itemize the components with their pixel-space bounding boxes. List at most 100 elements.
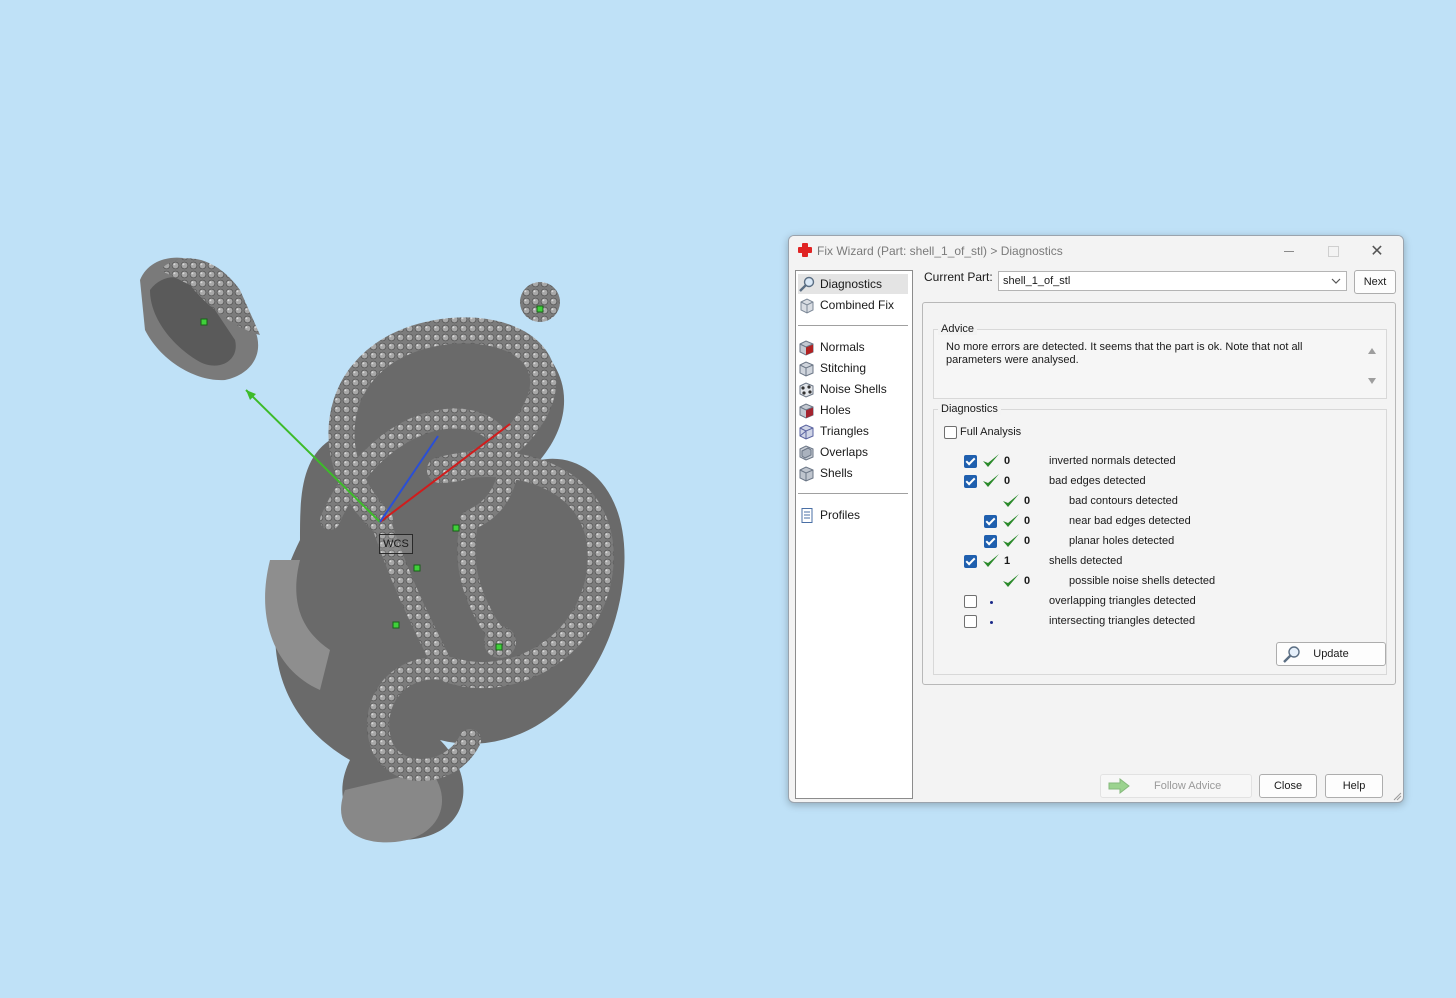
follow-advice-button[interactable]: Follow Advice: [1100, 774, 1252, 798]
scroll-down-icon[interactable]: [1368, 378, 1376, 384]
green-check-icon: [983, 554, 999, 567]
overlapping-triangles-label: overlapping triangles detected: [1049, 595, 1196, 607]
nav-item-label: Combined Fix: [820, 298, 895, 312]
diagnostics-group: Full Analysis 0 inverted normals detecte…: [933, 409, 1387, 675]
model-bail: [140, 257, 260, 381]
advice-group: No more errors are detected. It seems th…: [933, 329, 1387, 399]
nav-item-triangles[interactable]: Triangles: [798, 421, 908, 441]
green-check-icon: [1003, 534, 1019, 547]
cube-icon: [800, 297, 814, 314]
current-part-value: shell_1_of_stl: [1003, 275, 1071, 287]
intersecting-triangles-label: intersecting triangles detected: [1049, 615, 1196, 627]
nav-item-label: Diagnostics: [820, 277, 883, 291]
green-check-icon: [1003, 514, 1019, 527]
nav-item-normals[interactable]: Normals: [798, 337, 908, 357]
next-button[interactable]: Next: [1354, 270, 1396, 294]
update-label: Update: [1313, 648, 1349, 660]
green-check-icon: [1003, 494, 1019, 507]
title-bar[interactable]: Fix Wizard (Part: shell_1_of_stl) > Diag…: [789, 236, 1403, 266]
full-analysis-checkbox[interactable]: [944, 426, 957, 439]
scroll-up-icon[interactable]: [1368, 348, 1376, 354]
window-title: Fix Wizard (Part: shell_1_of_stl) > Diag…: [817, 244, 1063, 258]
shells-cube-icon: [799, 465, 814, 482]
holes-cube-icon: [799, 402, 814, 419]
current-part-label: Current Part:: [924, 270, 993, 284]
triangles-cube-icon: [799, 423, 814, 440]
nav-item-label: Normals: [820, 340, 865, 354]
maximize-icon: [1327, 245, 1339, 257]
arrow-right-icon: [1108, 777, 1130, 795]
minimize-button[interactable]: [1267, 236, 1311, 266]
near-bad-edges-label: near bad edges detected: [1069, 515, 1191, 527]
nav-item-label: Stitching: [820, 361, 867, 375]
overlapping-triangles-checkbox[interactable]: [964, 595, 977, 608]
nav-item-label: Profiles: [820, 508, 861, 522]
follow-advice-label: Follow Advice: [1154, 780, 1222, 792]
overlaps-cube-icon: [799, 444, 814, 461]
planar-holes-label: planar holes detected: [1069, 535, 1175, 547]
intersecting-triangles-checkbox[interactable]: [964, 615, 977, 628]
shells-checkbox[interactable]: [964, 555, 977, 568]
wcs-label: WCS: [379, 534, 413, 554]
green-check-icon: [983, 454, 999, 467]
nav-separator: [798, 493, 908, 494]
maximize-button[interactable]: [1311, 236, 1355, 266]
close-button[interactable]: Close: [1259, 774, 1317, 798]
magnifier-icon: [1283, 646, 1300, 663]
noise-shells-label: possible noise shells detected: [1069, 575, 1216, 587]
current-part-select[interactable]: shell_1_of_stl: [998, 271, 1347, 291]
nav-item-profiles[interactable]: Profiles: [798, 505, 908, 525]
close-icon: ✕: [1370, 243, 1384, 260]
document-icon: [801, 507, 813, 523]
close-window-button[interactable]: ✕: [1355, 236, 1399, 266]
nav-item-stitching[interactable]: Stitching: [798, 358, 908, 378]
resize-grip-icon[interactable]: [1392, 791, 1402, 801]
minimize-icon: [1284, 250, 1294, 252]
nav-separator: [798, 325, 908, 326]
nav-item-shells[interactable]: Shells: [798, 463, 908, 483]
planar-holes-checkbox[interactable]: [984, 535, 997, 548]
near-bad-edges-count: 0: [1024, 515, 1031, 527]
help-button[interactable]: Help: [1325, 774, 1383, 798]
inverted-normals-count: 0: [1004, 455, 1011, 467]
3d-viewport[interactable]: WCS: [0, 0, 780, 998]
update-button[interactable]: Update: [1276, 642, 1386, 666]
near-bad-edges-checkbox[interactable]: [984, 515, 997, 528]
wizard-nav: Diagnostics Combined Fix Normals Stitchi…: [795, 270, 913, 799]
bad-edges-count: 0: [1004, 475, 1011, 487]
nav-item-label: Holes: [820, 403, 851, 417]
inverted-normals-label: inverted normals detected: [1049, 455, 1176, 467]
bad-edges-label: bad edges detected: [1049, 475, 1146, 487]
magnifier-icon: [799, 276, 815, 292]
model-render[interactable]: [0, 0, 780, 998]
shells-label: shells detected: [1049, 555, 1123, 567]
bad-contours-count: 0: [1024, 495, 1031, 507]
planar-holes-count: 0: [1024, 535, 1031, 547]
nav-item-label: Triangles: [820, 424, 869, 438]
nav-item-combined-fix[interactable]: Combined Fix: [798, 295, 908, 315]
fix-wizard-dialog[interactable]: Fix Wizard (Part: shell_1_of_stl) > Diag…: [788, 235, 1404, 803]
advice-text: No more errors are detected. It seems th…: [946, 341, 1303, 366]
nav-item-holes[interactable]: Holes: [798, 400, 908, 420]
nav-item-diagnostics[interactable]: Diagnostics: [798, 274, 908, 294]
nav-item-label: Noise Shells: [820, 382, 887, 396]
noise-shells-icon: [799, 381, 814, 398]
pending-dot-icon: [990, 601, 993, 604]
inverted-normals-checkbox[interactable]: [964, 455, 977, 468]
green-check-icon: [1003, 574, 1019, 587]
nav-item-label: Shells: [820, 466, 853, 480]
bad-contours-label: bad contours detected: [1069, 495, 1178, 507]
nav-item-noise-shells[interactable]: Noise Shells: [798, 379, 908, 399]
diagnostics-title: Diagnostics: [938, 403, 1001, 415]
noise-shells-count: 0: [1024, 575, 1031, 587]
chevron-down-icon: [1331, 278, 1341, 284]
bad-edges-checkbox[interactable]: [964, 475, 977, 488]
nav-item-label: Overlaps: [820, 445, 869, 459]
full-analysis-label: Full Analysis: [960, 426, 1022, 438]
red-cross-icon: [798, 243, 812, 257]
green-check-icon: [983, 474, 999, 487]
pending-dot-icon: [990, 621, 993, 624]
stitching-cube-icon: [799, 360, 814, 377]
nav-item-overlaps[interactable]: Overlaps: [798, 442, 908, 462]
diagnostics-page: No more errors are detected. It seems th…: [922, 302, 1396, 685]
